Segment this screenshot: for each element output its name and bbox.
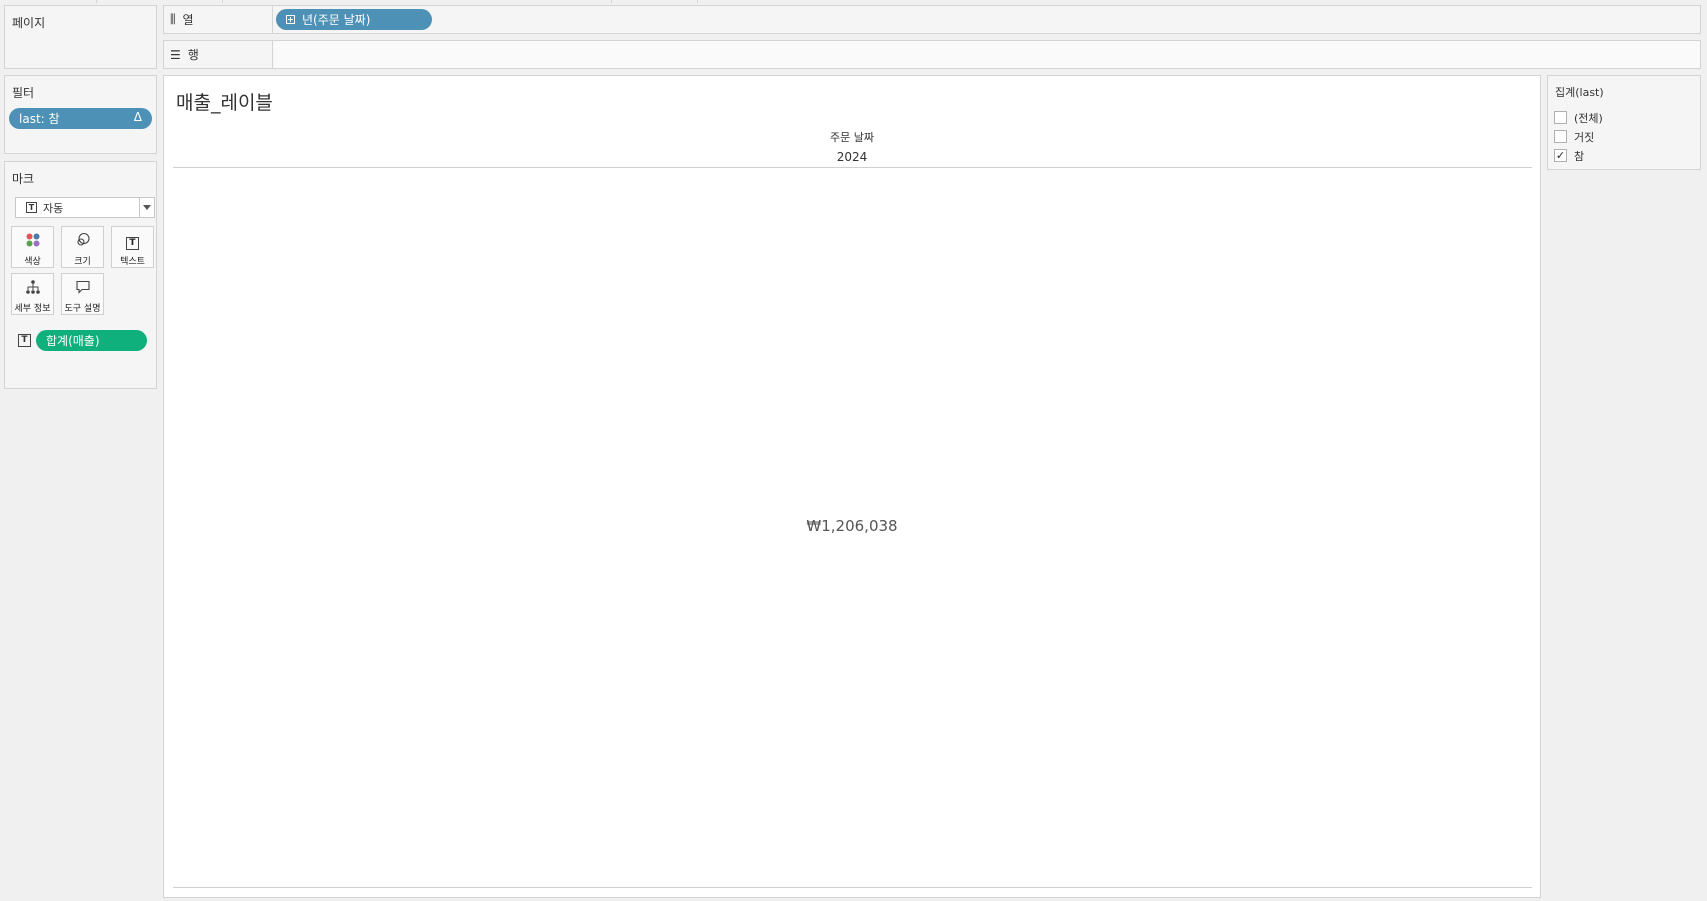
last-filter-pill-label: last: 참 xyxy=(19,112,60,126)
detail-button-label: 세부 정보 xyxy=(14,304,51,314)
pages-card[interactable]: 페이지 xyxy=(4,5,157,69)
tableau-worksheet: 페이지 ⫼ 열 년(주문 날짜) ☰ 행 필터 last: 참 Δ 마크 T 자… xyxy=(0,0,1707,901)
text-icon: T xyxy=(112,232,153,254)
worksheet-view[interactable]: 매출_레이블 주문 날짜 2024 ₩1,206,038 xyxy=(163,75,1541,898)
tooltip-icon xyxy=(62,279,103,301)
checkbox-all[interactable] xyxy=(1554,111,1567,124)
text-mark-icon: T xyxy=(26,202,37,213)
expand-plus-icon[interactable] xyxy=(286,15,295,24)
text-encoding-icon: T xyxy=(18,334,31,347)
marks-card-title: 마크 xyxy=(12,172,35,186)
aggregate-last-filter-card[interactable]: 집계(last) (전체) 거짓 ✓ 참 xyxy=(1547,75,1701,170)
size-button[interactable]: 크기 xyxy=(61,226,104,268)
last-filter-pill[interactable]: last: 참 Δ xyxy=(9,108,152,129)
delta-icon: Δ xyxy=(133,110,142,124)
filters-card-title: 필터 xyxy=(12,86,35,100)
filter-option-false-label: 거짓 xyxy=(1574,130,1595,144)
mark-type-dropdown[interactable]: T 자동 xyxy=(15,197,155,218)
header-divider xyxy=(173,167,1532,168)
tooltip-button[interactable]: 도구 설명 xyxy=(61,273,104,315)
filters-card[interactable]: 필터 last: 참 Δ xyxy=(4,75,157,154)
filter-option-all-label: (전체) xyxy=(1574,111,1603,125)
columns-label-text: 열 xyxy=(182,13,194,27)
text-button[interactable]: T 텍스트 xyxy=(111,226,154,268)
mark-type-value: 자동 xyxy=(43,201,64,215)
rows-label-text: 행 xyxy=(187,48,199,62)
rows-drop-area[interactable] xyxy=(274,41,1700,68)
rows-icon: ☰ xyxy=(170,47,181,62)
columns-shelf-label: ⫼ 열 xyxy=(164,6,273,33)
columns-icon: ⫼ xyxy=(170,12,176,26)
checkbox-false[interactable] xyxy=(1554,130,1567,143)
rows-shelf[interactable]: ☰ 행 xyxy=(163,40,1701,69)
top-tick-strip xyxy=(0,0,1707,4)
size-icon xyxy=(62,232,103,254)
tooltip-button-label: 도구 설명 xyxy=(64,304,101,314)
marks-card[interactable]: 마크 T 자동 색상 크기 T 텍스트 세부 정보 도구 설명 T 합계(매출) xyxy=(4,161,157,389)
size-button-label: 크기 xyxy=(74,257,91,267)
pages-card-title: 페이지 xyxy=(12,16,46,30)
color-button[interactable]: 색상 xyxy=(11,226,54,268)
bottom-divider xyxy=(173,887,1532,888)
columns-drop-area[interactable]: 년(주문 날짜) xyxy=(274,6,1700,33)
color-button-label: 색상 xyxy=(24,257,41,267)
column-header-field[interactable]: 주문 날짜 xyxy=(164,129,1540,145)
filter-option-false[interactable]: 거짓 xyxy=(1554,127,1603,146)
year-order-date-pill[interactable]: 년(주문 날짜) xyxy=(276,9,432,30)
chevron-down-icon[interactable] xyxy=(139,198,154,217)
filter-option-true-label: 참 xyxy=(1574,149,1585,163)
color-icon xyxy=(12,232,53,254)
rows-shelf-label: ☰ 행 xyxy=(164,41,273,68)
filter-option-true[interactable]: ✓ 참 xyxy=(1554,146,1603,165)
filter-value-list: (전체) 거짓 ✓ 참 xyxy=(1554,108,1603,165)
checkbox-true[interactable]: ✓ xyxy=(1554,149,1567,162)
filter-option-all[interactable]: (전체) xyxy=(1554,108,1603,127)
aggregate-last-filter-title: 집계(last) xyxy=(1555,86,1604,99)
columns-shelf[interactable]: ⫼ 열 년(주문 날짜) xyxy=(163,5,1701,34)
detail-button[interactable]: 세부 정보 xyxy=(11,273,54,315)
worksheet-title: 매출_레이블 xyxy=(176,92,273,114)
sum-sales-pill[interactable]: 합계(매출) xyxy=(36,330,147,351)
text-button-label: 텍스트 xyxy=(120,257,145,267)
column-header-year[interactable]: 2024 xyxy=(164,150,1540,164)
sales-value-label[interactable]: ₩1,206,038 xyxy=(164,517,1540,535)
sum-sales-pill-label: 합계(매출) xyxy=(46,334,100,348)
year-order-date-pill-label: 년(주문 날짜) xyxy=(302,13,371,27)
detail-icon xyxy=(12,279,53,301)
